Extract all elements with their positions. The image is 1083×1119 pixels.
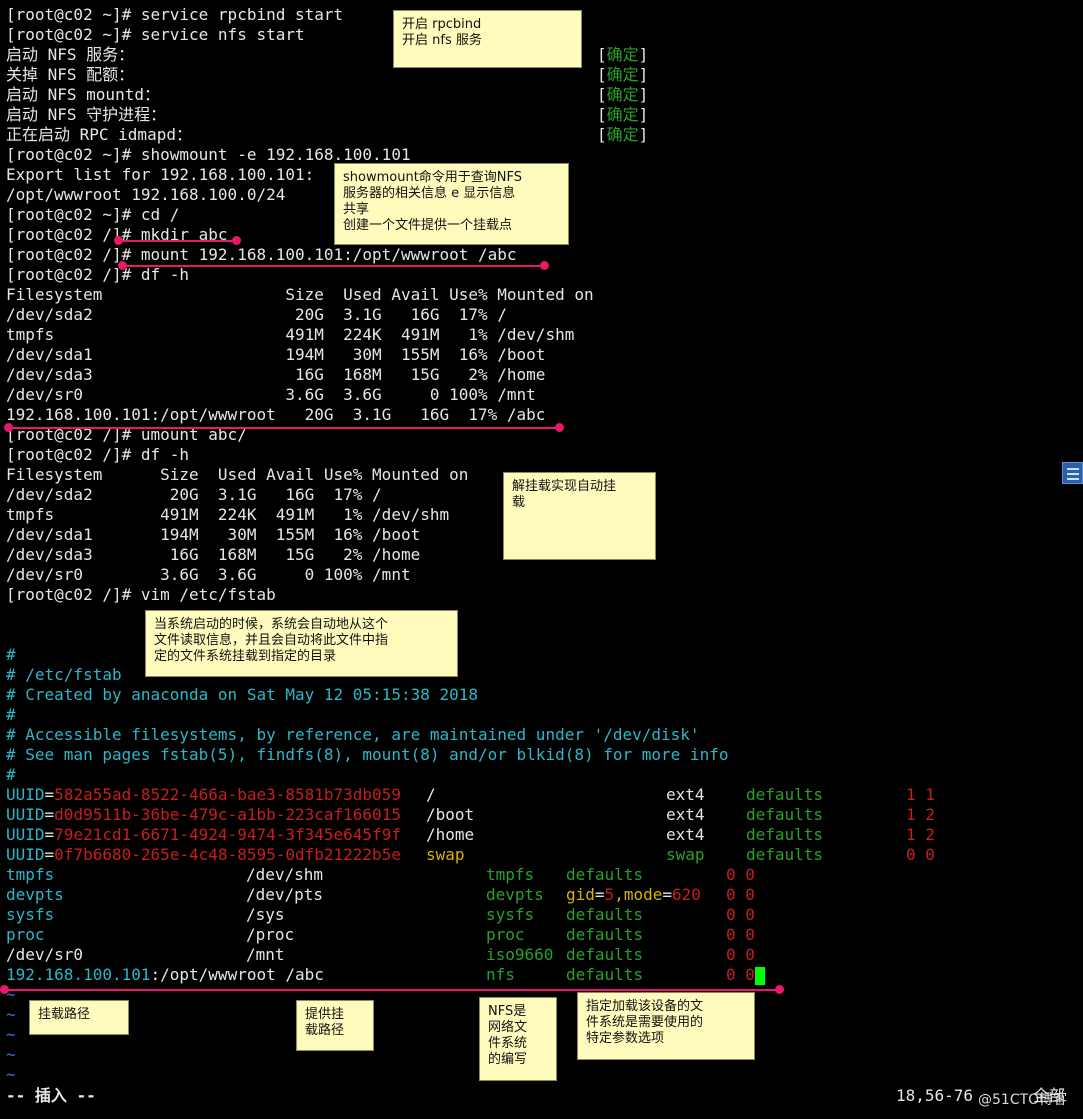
terminal-line: [root@c02 ~]# showmount -e 192.168.100.1… [6,145,411,164]
df-row: Filesystem Size Used Avail Use% Mounted … [6,465,469,484]
annotation-note: 指定加载该设备的文 件系统是需要使用的 特定参数选项 [577,992,755,1060]
service-line: 启动 NFS mountd： [6,85,160,104]
status-ok: [确定] [597,105,649,124]
annotation-note: 挂载路径 [29,1000,129,1035]
terminal-line: [root@c02 /]# df -h [6,265,190,284]
status-ok: [确定] [597,45,649,64]
text-cursor [754,966,765,985]
fstab-comment: # [6,705,16,724]
annotation-note: showmount命令用于查询NFS 服务器的相关信息 e 显示信息 共享 创建… [334,163,569,245]
terminal-window[interactable]: [root@c02 ~]# service rpcbind start [roo… [0,0,1083,1119]
vim-tilde: ~ [6,1005,16,1024]
terminal-line: [root@c02 /]# mount 192.168.100.101:/opt… [6,245,517,264]
service-line: 关掉 NFS 配额： [6,65,135,84]
df-row: /dev/sda2 20G 3.1G 16G 17% / [6,485,382,504]
service-line: 启动 NFS 守护进程： [6,105,167,124]
annotation-note: 解挂载实现自动挂 载 [503,472,656,560]
fstab-comment: # Accessible filesystems, by reference, … [6,725,700,744]
annotation-note: 当系统启动的时候，系统会自动地从这个 文件读取信息，并且会自动将此文件中指 定的… [145,610,458,677]
fstab-comment: # /etc/fstab [6,665,122,684]
df-row: /dev/sda3 16G 168M 15G 2% /home [6,365,546,384]
vim-mode-indicator: -- 插入 -- [6,1086,96,1105]
annotation-note: 开启 rpcbind 开启 nfs 服务 [393,10,582,68]
df-row: tmpfs 491M 224K 491M 1% /dev/shm [6,505,450,524]
terminal-line: Export list for 192.168.100.101: [6,165,315,184]
annotation-note: 提供挂 载路径 [296,1000,374,1051]
watermark: @51CTO博客 [978,1092,1068,1108]
df-row: tmpfs 491M 224K 491M 1% /dev/shm [6,325,575,344]
vim-tilde: ~ [6,1025,16,1044]
service-line: 正在启动 RPC idmapd： [6,125,192,144]
terminal-line: [root@c02 /]# df -h [6,445,190,464]
df-row: /dev/sda1 194M 30M 155M 16% /boot [6,345,546,364]
status-ok: [确定] [597,65,649,84]
df-row: /dev/sr0 3.6G 3.6G 0 100% /mnt [6,385,536,404]
terminal-line: /opt/wwwroot 192.168.100.0/24 [6,185,286,204]
scroll-handle-icon[interactable] [1062,462,1083,484]
df-row: Filesystem Size Used Avail Use% Mounted … [6,285,594,304]
status-ok: [确定] [597,85,649,104]
df-row: /dev/sr0 3.6G 3.6G 0 100% /mnt [6,565,411,584]
df-row: /dev/sda3 16G 168M 15G 2% /home [6,545,421,564]
terminal-line: [root@c02 ~]# service nfs start [6,25,305,44]
terminal-line: [root@c02 ~]# service rpcbind start [6,5,344,24]
vim-tilde: ~ [6,1065,16,1084]
fstab-comment: # [6,765,16,784]
fstab-comment: # Created by anaconda on Sat May 12 05:1… [6,685,479,704]
service-line: 启动 NFS 服务： [6,45,135,64]
df-row: /dev/sda2 20G 3.1G 16G 17% / [6,305,507,324]
df-row: 192.168.100.101:/opt/wwwroot 20G 3.1G 16… [6,405,546,424]
status-ok: [确定] [597,125,649,144]
fstab-comment: # See man pages fstab(5), findfs(8), mou… [6,745,729,764]
terminal-line: [root@c02 /]# vim /etc/fstab [6,585,276,604]
terminal-line: [root@c02 ~]# cd / [6,205,180,224]
fstab-comment: # [6,645,16,664]
df-row: /dev/sda1 194M 30M 155M 16% /boot [6,525,421,544]
vim-tilde: ~ [6,1045,16,1064]
annotation-note: NFS是 网络文 件系统 的编写 [479,997,557,1081]
